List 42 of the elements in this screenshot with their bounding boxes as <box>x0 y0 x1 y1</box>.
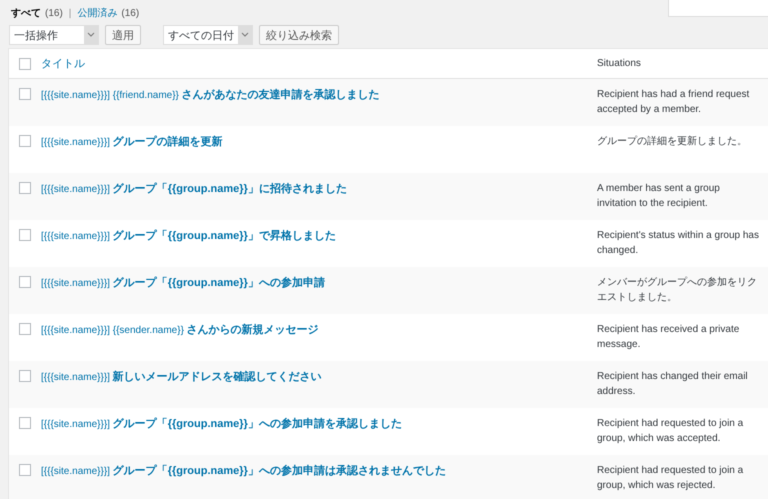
title-link[interactable]: [{{{site.name}}}] 新しいメールアドレスを確認してください <box>41 361 322 384</box>
title-link[interactable]: [{{{site.name}}}] グループの詳細を更新 <box>41 126 223 149</box>
view-link[interactable]: すべて <box>11 6 41 20</box>
checkbox[interactable] <box>19 182 31 194</box>
title-link[interactable]: [{{{site.name}}}] グループ「{{group.name}}」で昇格しました <box>41 220 336 243</box>
title-link[interactable]: [{{{site.name}}}] グループ「{{group.name}}」への参加申請 <box>41 267 325 290</box>
view-link[interactable]: 公開済み <box>77 6 118 20</box>
title-link[interactable]: [{{{site.name}}}] グループ「{{group.name}}」に招待されました <box>41 173 347 196</box>
situation-text: Recipient has changed their email address. <box>597 370 749 399</box>
situation-text: Recipient has received a private message. <box>597 323 740 352</box>
checkbox[interactable] <box>19 229 31 241</box>
caret-icon <box>84 26 98 44</box>
checkbox[interactable] <box>19 323 31 335</box>
title-link[interactable]: [{{{site.name}}}] グループ「{{group.name}}」への参加申請は承認されませんでした <box>41 455 446 478</box>
checkbox[interactable] <box>19 417 31 429</box>
caret-icon <box>238 26 252 44</box>
apply-button[interactable]: 適用 <box>105 25 141 45</box>
checkbox[interactable] <box>19 88 31 100</box>
situation-text: A member has sent a group invitation to the recipient. <box>597 182 721 211</box>
checkbox[interactable] <box>19 276 31 288</box>
search-field[interactable] <box>668 0 768 17</box>
checkbox[interactable] <box>19 135 31 147</box>
situation-text: Recipient has had a friend request accepted by a member. <box>597 88 750 117</box>
view-count: (16) <box>121 8 140 18</box>
date-select[interactable]: すべての日付 <box>163 25 253 45</box>
situation-text: Recipient's status within a group has changed. <box>597 229 760 258</box>
checkbox[interactable] <box>19 58 31 70</box>
title-link[interactable]: [{{{site.name}}}] {{friend.name}} さんがあなたの友達申請を承認しました <box>41 79 380 102</box>
title-link[interactable]: [{{{site.name}}}] グループ「{{group.name}}」への参加申請を承認しました <box>41 408 402 431</box>
view-count: (16) <box>45 8 63 18</box>
column-header: Situations <box>597 58 641 69</box>
column-header[interactable]: タイトル <box>41 56 85 71</box>
situation-text: メンバーがグループへの参加をリクエストしました。 <box>597 276 758 305</box>
title-link[interactable]: [{{{site.name}}}] {{sender.name}} さんからの新規メッセージ <box>41 314 319 337</box>
checkbox[interactable] <box>19 464 31 476</box>
situation-text: グループの詳細を更新しました。 <box>597 134 748 149</box>
bulk-action-select[interactable]: 一括操作 <box>9 25 99 45</box>
checkbox[interactable] <box>19 370 31 382</box>
situation-text: Recipient had requested to join a group, which was accepted. <box>597 417 744 446</box>
situation-text: Recipient had requested to join a group, which was rejected. <box>597 464 744 493</box>
filter-button[interactable]: 絞り込み検索 <box>259 25 339 45</box>
separator: | <box>68 8 72 18</box>
